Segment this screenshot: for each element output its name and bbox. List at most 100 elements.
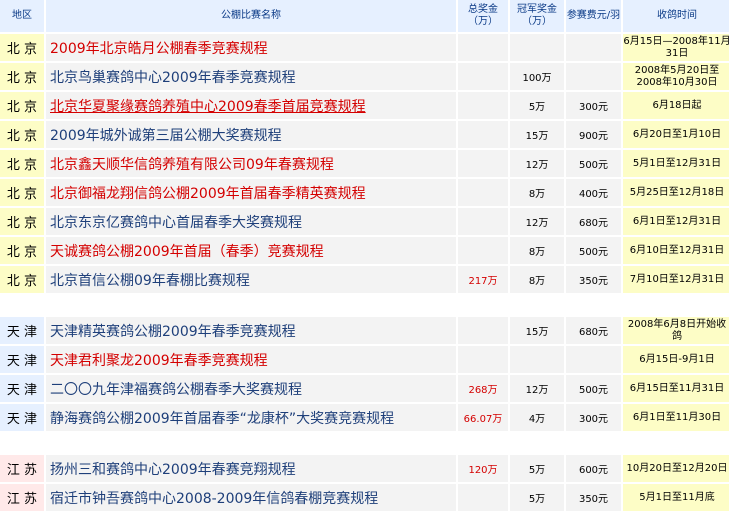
table-row: 江 苏宿迁市钟吾赛鸽中心2008-2009年信鸽春棚竞赛规程 5万 350元 5月1日… — [0, 484, 729, 511]
race-link[interactable]: 扬州三和赛鸽中心2009年春赛竞翔规程 — [50, 462, 296, 478]
race-name-cell: 北京首信公棚09年春棚比赛规程 — [46, 266, 456, 293]
collect-time-cell: 5月1日至11月底 — [623, 484, 729, 511]
total-prize-cell — [458, 179, 508, 206]
race-link[interactable]: 天津君利聚龙2009年春季竞赛规程 — [50, 353, 268, 369]
entry-fee-cell: 900元 — [566, 121, 621, 148]
table-row: 北 京 2009年城外诚第三届公棚大奖赛规程 15万 900元 6月20日至1月10日 — [0, 121, 729, 148]
collect-time-cell: 7月10日至12月31日 — [623, 266, 729, 293]
race-name-cell: 二〇〇九年津福赛鸽公棚春季大奖赛规程 — [46, 375, 456, 402]
race-name-cell: 2009年北京皓月公棚春季竞赛规程 — [46, 34, 456, 61]
champion-prize-cell: 12万 — [510, 208, 564, 235]
collect-time-cell: 6月18日起 — [623, 92, 729, 119]
race-table: 地区 公棚比赛名称 总奖金（万） 冠军奖金（万） 参赛费元/羽 收鸽时间 北 京… — [0, 0, 729, 513]
collect-time-cell: 6月15日-9月1日 — [623, 346, 729, 373]
race-name-cell: 天诚赛鸽公棚2009年首届（春季）竞赛规程 — [46, 237, 456, 264]
total-prize-cell — [458, 237, 508, 264]
group-spacer — [0, 433, 729, 453]
entry-fee-cell — [566, 346, 621, 373]
collect-time-cell: 6月15日至11月31日 — [623, 375, 729, 402]
race-name-cell: 北京东京亿赛鸽中心首届春季大奖赛规程 — [46, 208, 456, 235]
race-name-cell: 宿迁市钟吾赛鸽中心2008-2009年信鸽春棚竞赛规程 — [46, 484, 456, 511]
champion-prize-cell: 100万 — [510, 63, 564, 90]
champion-prize-cell: 5万 — [510, 484, 564, 511]
region-cell: 江 苏 — [0, 455, 44, 482]
champion-prize-cell — [510, 34, 564, 61]
total-prize-cell: 268万 — [458, 375, 508, 402]
table-row: 北 京北京东京亿赛鸽中心首届春季大奖赛规程 12万 680元 6月1日至12月31日 — [0, 208, 729, 235]
entry-fee-cell: 600元 — [566, 455, 621, 482]
race-link[interactable]: 静海赛鸽公棚2009年首届春季“龙康杯”大奖赛竞赛规程 — [50, 411, 394, 427]
race-link[interactable]: 北京御福龙翔信鸽公棚2009年首届春季精英赛规程 — [50, 186, 366, 202]
header-collect-time: 收鸽时间 — [623, 0, 729, 32]
region-cell: 天 津 — [0, 375, 44, 402]
race-link[interactable]: 天诚赛鸽公棚2009年首届（春季）竞赛规程 — [50, 244, 324, 260]
race-name-cell: 北京华夏聚缘赛鸽养殖中心2009春季首届竞赛规程 — [46, 92, 456, 119]
entry-fee-cell: 300元 — [566, 404, 621, 431]
race-link[interactable]: 2009年城外诚第三届公棚大奖赛规程 — [50, 128, 282, 144]
race-link[interactable]: 北京鸟巢赛鸽中心2009年春季竞赛规程 — [50, 70, 296, 86]
table-row: 北 京北京鑫天顺华信鸽养殖有限公司09年春赛规程 12万 500元 5月1日至12月3… — [0, 150, 729, 177]
race-link[interactable]: 天津精英赛鸽公棚2009年春季竞赛规程 — [50, 324, 296, 340]
table-row: 北 京 2009年北京皓月公棚春季竞赛规程 6月15日—2008年11月31日 — [0, 34, 729, 61]
race-name-cell: 天津精英赛鸽公棚2009年春季竞赛规程 — [46, 317, 456, 344]
entry-fee-cell: 680元 — [566, 208, 621, 235]
region-cell: 江 苏 — [0, 484, 44, 511]
race-name-cell: 北京御福龙翔信鸽公棚2009年首届春季精英赛规程 — [46, 179, 456, 206]
region-cell: 北 京 — [0, 150, 44, 177]
champion-prize-cell: 4万 — [510, 404, 564, 431]
race-name-cell: 北京鑫天顺华信鸽养殖有限公司09年春赛规程 — [46, 150, 456, 177]
total-prize-cell: 120万 — [458, 455, 508, 482]
total-prize-cell — [458, 63, 508, 90]
race-name-cell: 2009年城外诚第三届公棚大奖赛规程 — [46, 121, 456, 148]
table-row: 北 京北京华夏聚缘赛鸽养殖中心2009春季首届竞赛规程 5万 300元 6月18日起 — [0, 92, 729, 119]
collect-time-cell: 6月20日至1月10日 — [623, 121, 729, 148]
collect-time-cell: 2008年5月20日至2008年10月30日 — [623, 63, 729, 90]
table-row: 天 津二〇〇九年津福赛鸽公棚春季大奖赛规程 268万 12万 500元 6月15日至11… — [0, 375, 729, 402]
region-cell: 天 津 — [0, 346, 44, 373]
champion-prize-cell: 12万 — [510, 150, 564, 177]
region-cell: 北 京 — [0, 34, 44, 61]
total-prize-cell — [458, 34, 508, 61]
entry-fee-cell: 500元 — [566, 375, 621, 402]
total-prize-cell — [458, 208, 508, 235]
header-entry-fee: 参赛费元/羽 — [566, 0, 621, 32]
group-spacer — [0, 295, 729, 315]
spacer-cell — [0, 295, 729, 315]
entry-fee-cell — [566, 63, 621, 90]
champion-prize-cell: 5万 — [510, 455, 564, 482]
race-link[interactable]: 二〇〇九年津福赛鸽公棚春季大奖赛规程 — [50, 382, 302, 398]
collect-time-cell: 6月1日至11月30日 — [623, 404, 729, 431]
total-prize-cell — [458, 150, 508, 177]
header-total-prize: 总奖金（万） — [458, 0, 508, 32]
total-prize-cell — [458, 121, 508, 148]
race-name-cell: 扬州三和赛鸽中心2009年春赛竞翔规程 — [46, 455, 456, 482]
race-link[interactable]: 北京华夏聚缘赛鸽养殖中心2009春季首届竞赛规程 — [50, 99, 366, 115]
entry-fee-cell: 400元 — [566, 179, 621, 206]
race-link[interactable]: 北京首信公棚09年春棚比赛规程 — [50, 273, 250, 289]
table-row: 北 京北京御福龙翔信鸽公棚2009年首届春季精英赛规程 8万 400元 5月25日至1… — [0, 179, 729, 206]
collect-time-cell: 6月1日至12月31日 — [623, 208, 729, 235]
entry-fee-cell: 300元 — [566, 92, 621, 119]
champion-prize-cell: 15万 — [510, 317, 564, 344]
collect-time-cell: 6月10日至12月31日 — [623, 237, 729, 264]
race-link[interactable]: 2009年北京皓月公棚春季竞赛规程 — [50, 41, 268, 57]
entry-fee-cell — [566, 34, 621, 61]
region-cell: 北 京 — [0, 92, 44, 119]
entry-fee-cell: 350元 — [566, 266, 621, 293]
table-row: 北 京天诚赛鸽公棚2009年首届（春季）竞赛规程 8万 500元 6月10日至12月3… — [0, 237, 729, 264]
entry-fee-cell: 350元 — [566, 484, 621, 511]
race-link[interactable]: 宿迁市钟吾赛鸽中心2008-2009年信鸽春棚竞赛规程 — [50, 491, 378, 507]
region-cell: 北 京 — [0, 266, 44, 293]
table-row: 天 津天津君利聚龙2009年春季竞赛规程 6月15日-9月1日 — [0, 346, 729, 373]
race-link[interactable]: 北京鑫天顺华信鸽养殖有限公司09年春赛规程 — [50, 157, 334, 173]
region-cell: 天 津 — [0, 404, 44, 431]
race-name-cell: 静海赛鸽公棚2009年首届春季“龙康杯”大奖赛竞赛规程 — [46, 404, 456, 431]
total-prize-cell — [458, 484, 508, 511]
champion-prize-cell: 12万 — [510, 375, 564, 402]
total-prize-cell — [458, 317, 508, 344]
total-prize-cell — [458, 346, 508, 373]
spacer-cell — [0, 433, 729, 453]
champion-prize-cell: 8万 — [510, 179, 564, 206]
collect-time-cell: 2008年6月8日开始收鸽 — [623, 317, 729, 344]
race-link[interactable]: 北京东京亿赛鸽中心首届春季大奖赛规程 — [50, 215, 302, 231]
